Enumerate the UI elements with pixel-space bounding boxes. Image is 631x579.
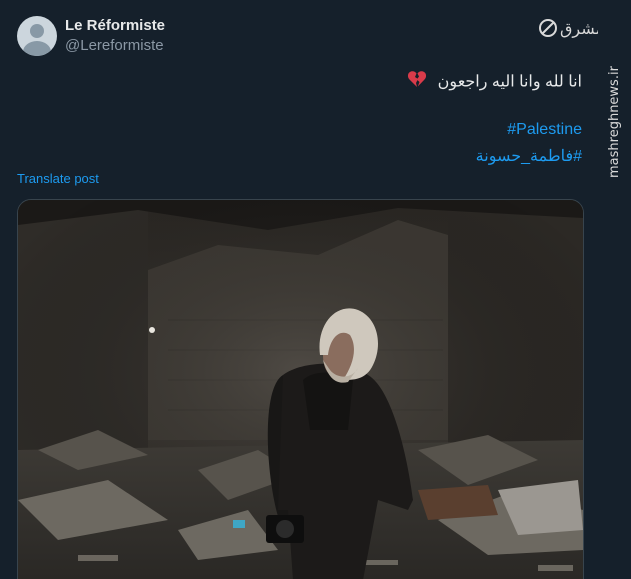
watermark-site: mashreghnews.ir xyxy=(607,65,622,178)
broken-heart-icon xyxy=(407,70,427,95)
mashregh-logo-icon: مشرق xyxy=(539,19,598,39)
photo-illustration xyxy=(18,200,583,579)
watermark-site-text: mashreghnews.ir xyxy=(607,65,622,178)
hashtag-palestine[interactable]: #Palestine xyxy=(507,121,582,139)
author-handle[interactable]: @Lereformiste xyxy=(65,37,164,54)
author-name[interactable]: Le Réformiste xyxy=(65,17,165,34)
avatar-body-shape xyxy=(23,41,51,56)
watermark-strip: mashreghnews.ir xyxy=(600,0,631,579)
translate-post-link[interactable]: Translate post xyxy=(17,171,99,186)
tweet-text: انا لله وانا اليه راجعون xyxy=(407,70,582,95)
tweet-text-content: انا لله وانا اليه راجعون xyxy=(437,73,582,91)
avatar[interactable] xyxy=(17,16,57,56)
tweet-photo[interactable] xyxy=(17,199,584,579)
tweet-card: Le Réformiste @Lereformiste انا لله وانا… xyxy=(0,0,601,579)
logo-text: مشرق xyxy=(560,19,598,39)
hashtag-fatima-hassouna[interactable]: #فاطمة_حسونة xyxy=(476,146,582,166)
avatar-head-shape xyxy=(30,24,44,38)
